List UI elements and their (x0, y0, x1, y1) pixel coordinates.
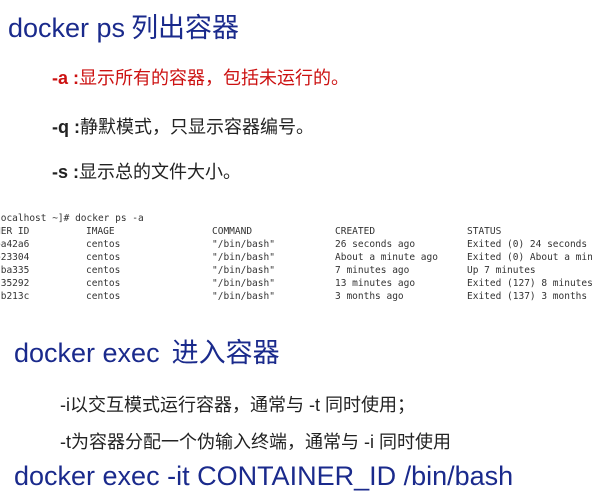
table-row: db213c centos "/bin/bash" 3 months ago E… (0, 290, 604, 303)
row-created: 13 minutes ago (335, 278, 416, 289)
row-container-id: b23304 (0, 252, 30, 263)
docker-ps-command: docker ps (8, 13, 126, 43)
option-a-text: 显示所有的容器，包括未运行的。 (79, 68, 349, 88)
option-q-flag: -q : (52, 117, 80, 137)
docker-exec-heading: docker exec 进入容器 (14, 331, 280, 370)
table-row: 735292 centos "/bin/bash" 13 minutes ago… (0, 277, 604, 290)
docker-ps-desc: 列出容器 (131, 13, 240, 43)
row-image: centos (86, 265, 121, 276)
docker-exec-desc: 进入容器 (171, 338, 280, 368)
exec-option-i: -i以交互模式运行容器，通常与 -t 同时使用； (60, 395, 415, 415)
terminal-header-row: NER ID IMAGE COMMAND CREATED STATUS (0, 225, 604, 238)
row-image: centos (86, 278, 121, 289)
row-command: "/bin/bash" (212, 265, 275, 276)
header-created: CREATED (335, 226, 376, 237)
row-command: "/bin/bash" (212, 252, 275, 263)
row-command: "/bin/bash" (212, 239, 275, 250)
table-row: b23304 centos "/bin/bash" About a minute… (0, 251, 604, 264)
terminal-prompt: localhost ~]# docker ps -a (0, 213, 144, 224)
row-image: centos (86, 252, 121, 263)
row-container-id: db213c (0, 291, 30, 302)
row-image: centos (86, 291, 121, 302)
row-created: About a minute ago (335, 252, 438, 263)
row-status: Exited (0) About a min (467, 252, 593, 263)
row-status: Exited (137) 3 months (467, 291, 588, 302)
docker-ps-heading: docker ps 列出容器 (8, 6, 239, 45)
row-image: centos (86, 239, 121, 250)
terminal-prompt-row: localhost ~]# docker ps -a (0, 212, 604, 225)
row-container-id: 7ba335 (0, 265, 30, 276)
row-status: Up 7 minutes (467, 265, 536, 276)
row-status: Exited (127) 8 minutes (467, 278, 593, 289)
exec-option-t: -t为容器分配一个伪输入终端，通常与 -i 同时使用 (60, 432, 451, 452)
option-q-text: 静默模式，只显示容器编号。 (79, 117, 314, 137)
row-container-id: ba42a6 (0, 239, 30, 250)
table-row: 7ba335 centos "/bin/bash" 7 minutes ago … (0, 264, 604, 277)
docker-exec-command: docker exec (14, 338, 160, 368)
row-created: 7 minutes ago (335, 265, 410, 276)
row-created: 26 seconds ago (335, 239, 416, 250)
row-container-id: 735292 (0, 278, 30, 289)
header-container-id: NER ID (0, 226, 30, 237)
option-s-flag: -s : (52, 162, 79, 182)
option-a: -a :显示所有的容器，包括未运行的。 (52, 64, 349, 90)
header-status: STATUS (467, 226, 502, 237)
exec-example-command: docker exec -it CONTAINER_ID /bin/bash (14, 461, 514, 491)
table-row: ba42a6 centos "/bin/bash" 26 seconds ago… (0, 238, 604, 251)
option-s: -s :显示总的文件大小。 (52, 158, 241, 184)
option-s-text: 显示总的文件大小。 (79, 162, 241, 182)
row-command: "/bin/bash" (212, 278, 275, 289)
header-command: COMMAND (212, 226, 253, 237)
option-a-flag: -a : (52, 68, 79, 88)
row-created: 3 months ago (335, 291, 404, 302)
option-q: -q :静默模式，只显示容器编号。 (52, 113, 314, 139)
row-status: Exited (0) 24 seconds (467, 239, 588, 250)
header-image: IMAGE (86, 226, 115, 237)
row-command: "/bin/bash" (212, 291, 275, 302)
